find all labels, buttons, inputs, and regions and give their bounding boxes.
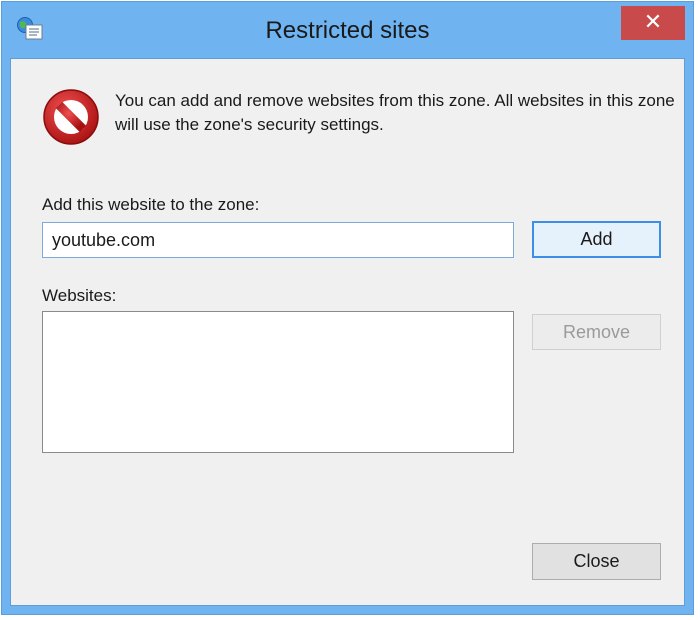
websites-label: Websites:	[42, 286, 117, 305]
close-icon: ✕	[643, 10, 663, 35]
dialog-body: You can add and remove websites from thi…	[10, 58, 685, 606]
restricted-sites-dialog: Restricted sites ✕ You can add and remov…	[1, 1, 694, 615]
zone-description: You can add and remove websites from thi…	[115, 91, 675, 134]
websites-list[interactable]	[42, 311, 514, 453]
close-window-button[interactable]: ✕	[621, 6, 685, 40]
restricted-no-entry-icon	[41, 87, 101, 147]
window-title: Restricted sites	[265, 17, 430, 44]
add-website-label: Add this website to the zone:	[42, 195, 260, 214]
remove-button[interactable]: Remove	[532, 314, 661, 350]
website-url-input[interactable]	[42, 222, 514, 258]
title-bar[interactable]: Restricted sites ✕	[2, 2, 693, 58]
add-button[interactable]: Add	[532, 221, 661, 258]
close-button[interactable]: Close	[532, 543, 661, 580]
